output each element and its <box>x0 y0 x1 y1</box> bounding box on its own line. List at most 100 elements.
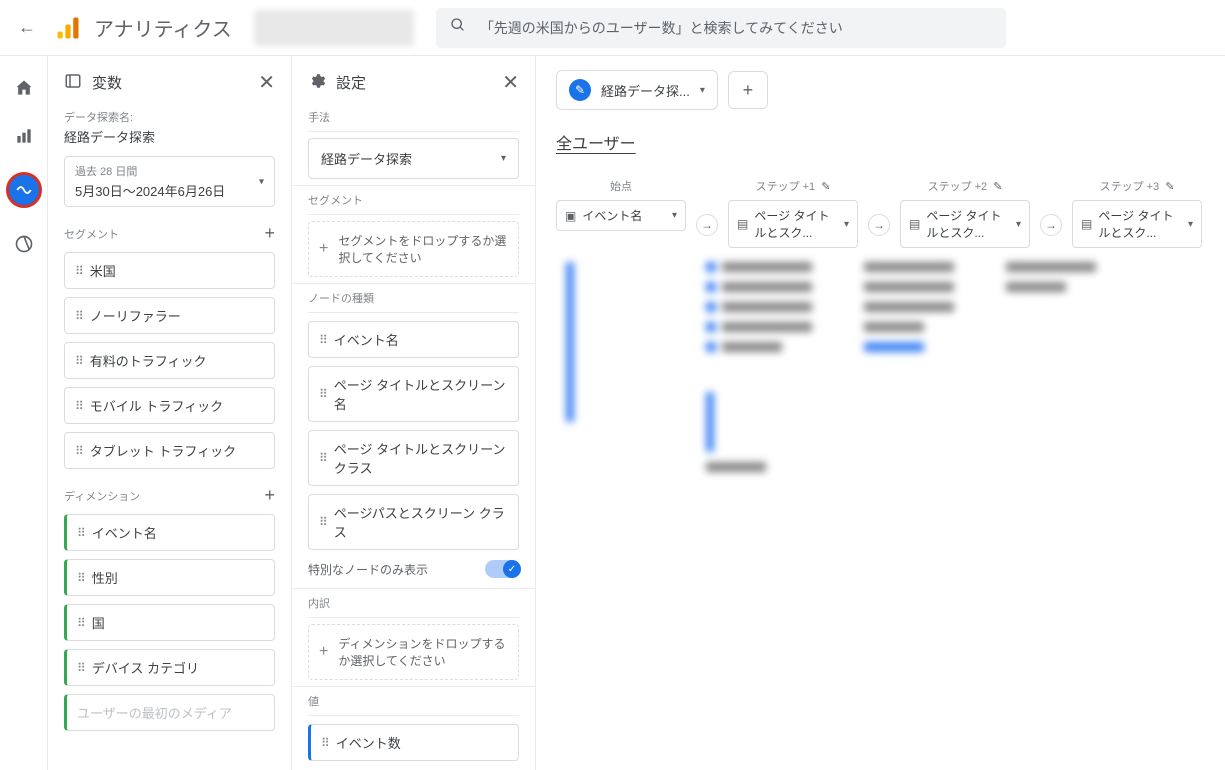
segment-chip[interactable]: ⠿モバイル トラフィック <box>64 387 275 424</box>
top-header: ← アナリティクス 「先週の米国からのユーザー数」と検索してみてください <box>0 0 1225 56</box>
nav-rail <box>0 56 48 770</box>
node-type-chip[interactable]: ⠿ページ タイトルとスクリーン名 <box>308 366 519 422</box>
step-node-select[interactable]: ▤ ページ タイトルとスク... ▾ <box>728 200 858 248</box>
settings-title: 設定 <box>336 72 366 93</box>
breakdown-label: 内訳 <box>308 595 519 618</box>
grip-icon: ⠿ <box>319 333 326 347</box>
grip-icon: ⠿ <box>319 451 326 465</box>
segment-chip[interactable]: ⠿米国 <box>64 252 275 289</box>
start-node-select[interactable]: ▣ イベント名 ▾ <box>556 200 686 231</box>
grip-icon: ⠿ <box>77 526 84 540</box>
grip-icon: ⠿ <box>75 399 82 413</box>
node-type-chip[interactable]: ⠿ページパスとスクリーン クラス <box>308 494 519 550</box>
step-node-select[interactable]: ▤ ページ タイトルとスク... ▾ <box>900 200 1030 248</box>
account-selector[interactable] <box>254 10 414 46</box>
ga-logo-icon <box>54 14 82 42</box>
add-segment-button[interactable]: + <box>264 223 275 244</box>
arrow-right-icon: → <box>868 214 890 236</box>
special-nodes-toggle[interactable]: ✓ <box>485 560 519 578</box>
grip-icon: ⠿ <box>75 309 82 323</box>
plus-icon: + <box>319 643 328 661</box>
start-label: 始点 <box>610 178 632 194</box>
settings-panel: 設定 ✕ 手法 経路データ探索 ▾ セグメント + セグメントをドロップするか選… <box>292 56 536 770</box>
search-placeholder: 「先週の米国からのユーザー数」と検索してみてください <box>480 18 843 38</box>
chevron-down-icon: ▾ <box>672 210 677 221</box>
search-icon <box>450 17 466 38</box>
chevron-down-icon: ▾ <box>501 153 506 164</box>
grip-icon: ⠿ <box>75 444 82 458</box>
segment-drop-zone[interactable]: + セグメントをドロップするか選択してください <box>308 221 519 277</box>
node-type-chip[interactable]: ⠿イベント名 <box>308 321 519 358</box>
plus-icon: + <box>319 240 328 258</box>
pencil-icon[interactable]: ✎ <box>821 180 830 193</box>
technique-label: 手法 <box>308 109 519 132</box>
page-icon: ▤ <box>1081 217 1092 231</box>
node-type-label: ノードの種類 <box>308 290 519 313</box>
segment-chip[interactable]: ⠿タブレット トラフィック <box>64 432 275 469</box>
home-icon[interactable] <box>12 76 36 100</box>
close-variables-button[interactable]: ✕ <box>258 70 275 95</box>
grip-icon: ⠿ <box>75 354 82 368</box>
special-nodes-label: 特別なノードのみ表示 <box>308 561 428 578</box>
grip-icon: ⠿ <box>319 387 326 401</box>
step-label: ステップ +2 <box>928 178 988 194</box>
reports-icon[interactable] <box>12 124 36 148</box>
grip-icon: ⠿ <box>77 571 84 585</box>
chevron-down-icon: ▾ <box>844 219 849 230</box>
gear-icon <box>308 72 326 94</box>
variables-title: 変数 <box>92 72 122 93</box>
arrow-right-icon: → <box>1040 214 1062 236</box>
page-icon: ▤ <box>909 217 920 231</box>
canvas-title: 全ユーザー <box>556 130 636 154</box>
grip-icon: ⠿ <box>75 264 82 278</box>
chevron-down-icon: ▾ <box>259 176 264 187</box>
segment-chip[interactable]: ⠿有料のトラフィック <box>64 342 275 379</box>
chevron-down-icon: ▾ <box>1016 219 1021 230</box>
app-title: アナリティクス <box>94 13 232 42</box>
grip-icon: ⠿ <box>77 616 84 630</box>
segments-label: セグメント <box>64 226 119 242</box>
exploration-tab[interactable]: ✎ 経路データ探... ▾ <box>556 70 718 110</box>
breakdown-drop-zone[interactable]: + ディメンションをドロップするか選択してください <box>308 624 519 680</box>
exploration-name-field[interactable]: 経路データ探索 <box>64 127 275 146</box>
segment-section-label: セグメント <box>308 192 519 215</box>
pencil-icon: ✎ <box>569 79 591 101</box>
values-label: 値 <box>308 693 519 716</box>
grip-icon: ⠿ <box>319 515 326 529</box>
step-label: ステップ +1 <box>756 178 816 194</box>
path-steps-row: 始点 ▣ イベント名 ▾ → ステップ +1 ✎ ▤ ページ タイトルとスク...… <box>556 178 1205 248</box>
chevron-down-icon: ▾ <box>1188 219 1193 230</box>
technique-select[interactable]: 経路データ探索 ▾ <box>308 138 519 179</box>
search-input[interactable]: 「先週の米国からのユーザー数」と検索してみてください <box>436 8 1006 48</box>
arrow-right-icon: → <box>696 214 718 236</box>
grip-icon: ⠿ <box>77 661 84 675</box>
dimension-chip[interactable]: ⠿イベント名 <box>64 514 275 551</box>
pencil-icon[interactable]: ✎ <box>1165 180 1174 193</box>
value-chip[interactable]: ⠿イベント数 <box>308 724 519 761</box>
step-label: ステップ +3 <box>1100 178 1160 194</box>
path-visualization <box>556 262 1205 472</box>
step-node-select[interactable]: ▤ ページ タイトルとスク... ▾ <box>1072 200 1202 248</box>
dimensions-label: ディメンション <box>64 488 140 504</box>
tab-strip: ✎ 経路データ探... ▾ + <box>556 70 1205 110</box>
chevron-down-icon: ▾ <box>700 85 705 96</box>
pencil-icon[interactable]: ✎ <box>993 180 1002 193</box>
date-range-picker[interactable]: 過去 28 日間 5月30日～2024年6月26日 ▾ <box>64 156 275 207</box>
node-type-chip[interactable]: ⠿ページ タイトルとスクリーン クラス <box>308 430 519 486</box>
explore-icon[interactable] <box>6 172 42 208</box>
add-tab-button[interactable]: + <box>728 71 768 109</box>
exploration-name-label: データ探索名: <box>64 109 275 125</box>
page-icon: ▤ <box>737 217 748 231</box>
segment-chip[interactable]: ⠿ノーリファラー <box>64 297 275 334</box>
tag-icon: ▣ <box>565 209 576 223</box>
back-button[interactable]: ← <box>12 11 42 44</box>
variables-icon <box>64 72 82 94</box>
exploration-canvas: ✎ 経路データ探... ▾ + 全ユーザー 始点 ▣ イベント名 ▾ → ステッ… <box>536 56 1225 770</box>
dimension-chip[interactable]: ⠿デバイス カテゴリ <box>64 649 275 686</box>
add-dimension-button[interactable]: + <box>264 485 275 506</box>
advertising-icon[interactable] <box>12 232 36 256</box>
close-settings-button[interactable]: ✕ <box>502 70 519 95</box>
dimension-chip-ghost[interactable]: ユーザーの最初のメディア <box>64 694 275 731</box>
dimension-chip[interactable]: ⠿国 <box>64 604 275 641</box>
dimension-chip[interactable]: ⠿性別 <box>64 559 275 596</box>
